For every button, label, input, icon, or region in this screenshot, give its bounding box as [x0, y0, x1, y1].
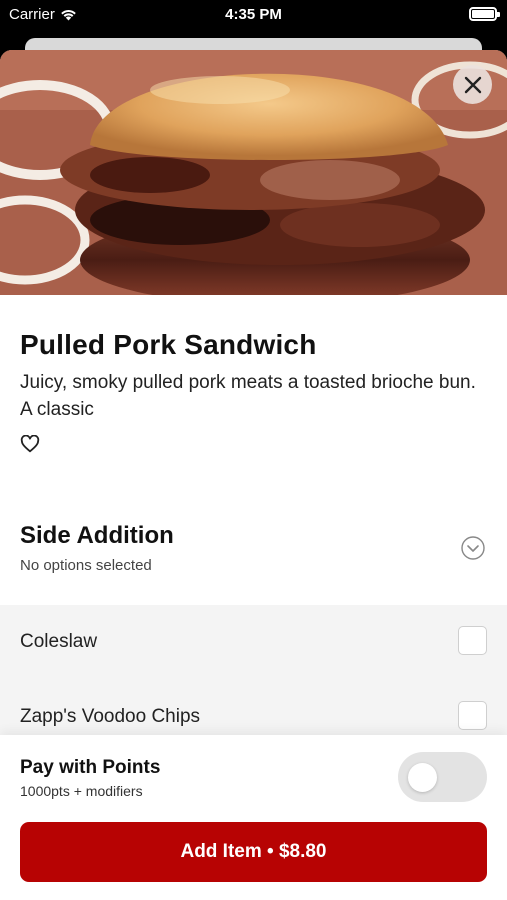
option-label: Zapp's Voodoo Chips — [20, 706, 201, 727]
status-time: 4:35 PM — [225, 6, 282, 23]
option-row-coleslaw[interactable]: Coleslaw — [0, 605, 507, 680]
item-detail-sheet: Pulled Pork Sandwich Juicy, smoky pulled… — [0, 50, 507, 900]
item-photo — [0, 50, 507, 295]
option-checkbox[interactable] — [458, 701, 487, 730]
heart-outline-icon[interactable] — [20, 435, 40, 453]
item-description: Juicy, smoky pulled pork meats a toasted… — [20, 372, 476, 420]
option-label: Coleslaw — [20, 631, 98, 652]
option-checkbox[interactable] — [458, 626, 487, 655]
pay-with-points-toggle[interactable] — [398, 752, 487, 802]
side-addition-subtitle: No options selected — [20, 557, 152, 574]
pay-with-points-title: Pay with Points — [20, 757, 161, 778]
close-icon — [464, 76, 481, 93]
status-bar: Carrier 4:35 PM — [0, 0, 507, 30]
item-title: Pulled Pork Sandwich — [20, 329, 317, 360]
side-addition-title: Side Addition — [20, 522, 174, 549]
toggle-knob — [408, 763, 437, 792]
checkout-footer: Pay with Points 1000pts + modifiers Add … — [0, 735, 507, 900]
battery-full-icon — [469, 7, 500, 21]
close-button[interactable] — [453, 65, 492, 104]
chevron-down-circle-icon[interactable] — [461, 536, 485, 560]
add-item-button[interactable]: Add Item • $8.80 — [20, 822, 487, 882]
pay-with-points-subtitle: 1000pts + modifiers — [20, 783, 143, 799]
